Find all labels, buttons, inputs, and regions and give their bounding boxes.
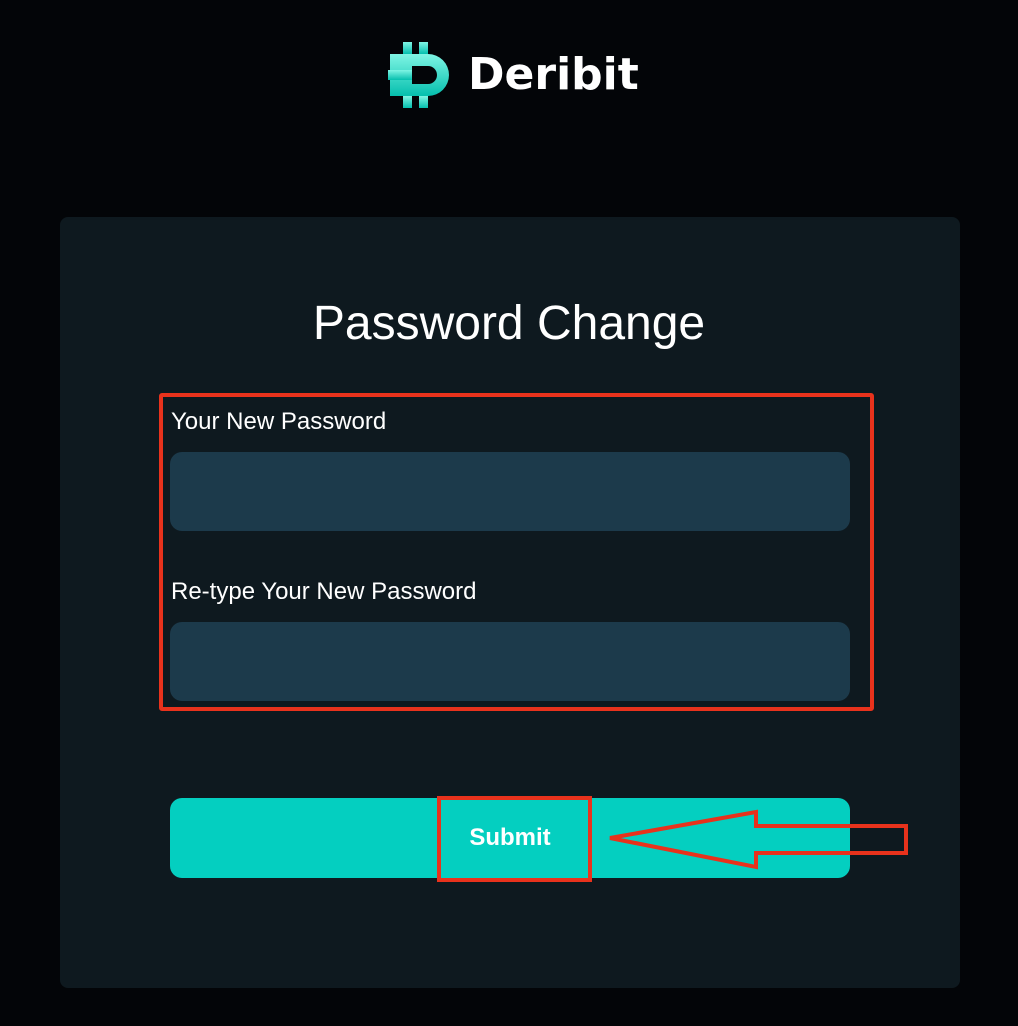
arrow-pointer-icon	[609, 809, 908, 870]
new-password-input[interactable]	[170, 452, 850, 531]
retype-password-input[interactable]	[170, 622, 850, 701]
brand-name: Deribit	[468, 49, 639, 100]
new-password-label: Your New Password	[171, 408, 387, 435]
page-title: Password Change	[312, 297, 706, 350]
deribit-logo: Deribit	[388, 42, 639, 108]
deribit-logo-icon	[388, 42, 449, 108]
password-change-page: Deribit Password Change Your New Passwor…	[0, 0, 1018, 1026]
retype-password-label: Re-type Your New Password	[171, 578, 477, 605]
